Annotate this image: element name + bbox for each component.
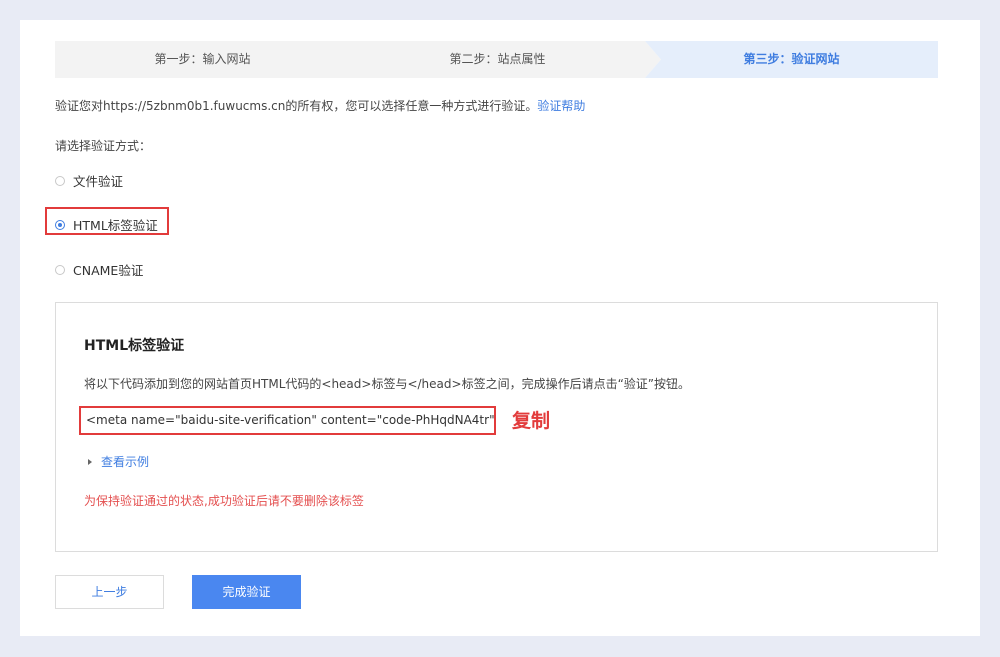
example-toggle[interactable]: 查看示例 xyxy=(88,453,149,470)
step-3-label: 第三步：验证网站 xyxy=(743,52,840,66)
step-1: 第一步：输入网站 xyxy=(55,41,350,78)
card-title: HTML标签验证 xyxy=(84,338,185,354)
step-2: 第二步：站点属性 xyxy=(350,41,645,78)
intro-text: 验证您对https://5zbnm0b1.fuwucms.cn的所有权，您可以选… xyxy=(55,99,538,113)
warning-text: 为保持验证通过的状态,成功验证后请不要删除该标签 xyxy=(84,494,364,508)
method-file-label: 文件验证 xyxy=(73,174,124,189)
verification-code[interactable]: <meta name="baidu-site-verification" con… xyxy=(79,406,496,435)
method-file[interactable]: 文件验证 xyxy=(55,171,123,190)
method-cname-label: CNAME验证 xyxy=(73,263,144,278)
verification-panel: 第一步：输入网站 第二步：站点属性 第三步：验证网站 验证您对https://5… xyxy=(20,20,980,636)
step-1-label: 第一步：输入网站 xyxy=(154,52,251,66)
intro-row: 验证您对https://5zbnm0b1.fuwucms.cn的所有权，您可以选… xyxy=(55,97,585,114)
method-html[interactable]: HTML标签验证 xyxy=(55,215,158,234)
method-html-label: HTML标签验证 xyxy=(73,218,158,233)
complete-verify-button[interactable]: 完成验证 xyxy=(192,575,301,609)
step-3: 第三步：验证网站 xyxy=(645,41,938,78)
card-description: 将以下代码添加到您的网站首页HTML代码的<head>标签与</head>标签之… xyxy=(84,377,691,391)
html-verify-card: HTML标签验证 将以下代码添加到您的网站首页HTML代码的<head>标签与<… xyxy=(55,302,938,552)
prev-step-button[interactable]: 上一步 xyxy=(55,575,164,609)
caret-right-icon xyxy=(88,458,92,465)
radio-html[interactable] xyxy=(55,219,65,230)
radio-file[interactable] xyxy=(55,175,65,186)
radio-cname[interactable] xyxy=(55,264,65,275)
step-2-label: 第二步：站点属性 xyxy=(449,52,546,66)
example-link[interactable]: 查看示例 xyxy=(101,453,149,470)
copy-button[interactable]: 复制 xyxy=(512,406,550,433)
help-link[interactable]: 验证帮助 xyxy=(537,99,585,113)
method-cname[interactable]: CNAME验证 xyxy=(55,260,143,279)
steps-bar: 第一步：输入网站 第二步：站点属性 第三步：验证网站 xyxy=(55,41,938,78)
method-prompt: 请选择验证方式： xyxy=(55,139,152,153)
